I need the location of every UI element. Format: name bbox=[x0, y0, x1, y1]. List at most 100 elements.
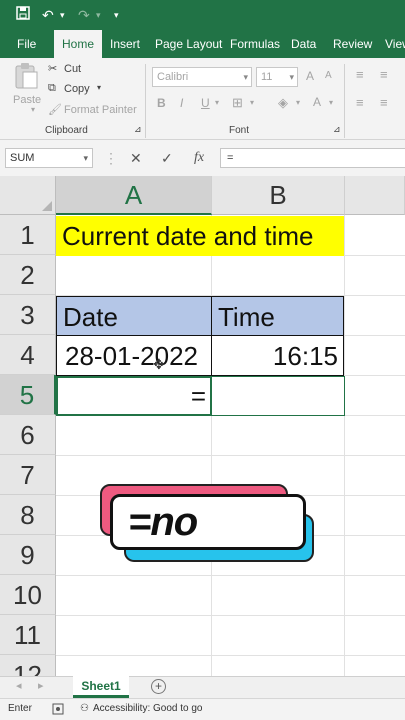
underline-button[interactable]: U bbox=[201, 96, 210, 110]
enter-icon[interactable]: ✓ bbox=[161, 148, 173, 168]
cut-button[interactable]: Cut bbox=[64, 63, 81, 75]
cell-b4[interactable]: 16:15 bbox=[211, 336, 344, 376]
grow-font-icon[interactable]: A bbox=[306, 69, 314, 83]
borders-dropdown-icon[interactable]: ▾ bbox=[250, 98, 254, 107]
gridline bbox=[56, 575, 405, 576]
customize-toolbar-icon[interactable]: ▾ bbox=[114, 5, 119, 25]
tab-file[interactable]: File bbox=[17, 30, 36, 58]
redo-icon[interactable]: ↷ bbox=[78, 5, 90, 25]
save-icon[interactable] bbox=[16, 5, 30, 25]
tab-home[interactable]: Home bbox=[54, 30, 103, 58]
chevron-down-icon: ▾ bbox=[289, 72, 294, 82]
shrink-font-icon[interactable]: A bbox=[325, 70, 332, 81]
status-bar: Enter ⚇ Accessibility: Good to go bbox=[0, 698, 405, 720]
row-header[interactable]: 1 bbox=[0, 215, 56, 255]
gridline bbox=[56, 615, 405, 616]
scroll-right-icon[interactable]: ▸ bbox=[38, 679, 44, 692]
copy-button[interactable]: Copy bbox=[64, 83, 90, 95]
column-header-c[interactable] bbox=[345, 176, 405, 215]
formula-bar: SUM ▾ ⋮ ✕ ✓ fx = bbox=[0, 140, 405, 176]
accessibility-icon[interactable]: ⚇ bbox=[80, 703, 89, 714]
cell-a4[interactable]: 28-01-2022 bbox=[56, 336, 212, 376]
align-center-icon[interactable]: ≡ bbox=[380, 95, 388, 110]
gridline bbox=[211, 215, 212, 676]
row-header[interactable]: 9 bbox=[0, 535, 56, 575]
format-painter-icon[interactable]: 🖌 bbox=[48, 103, 62, 116]
clipboard-launcher-icon[interactable]: ⊿ bbox=[134, 124, 142, 135]
cancel-icon[interactable]: ✕ bbox=[130, 148, 142, 168]
row-header[interactable]: 8 bbox=[0, 495, 56, 535]
gridline bbox=[56, 655, 405, 656]
fill-color-dropdown-icon[interactable]: ▾ bbox=[296, 98, 300, 107]
row-header[interactable]: 4 bbox=[0, 335, 56, 375]
tab-page-layout[interactable]: Page Layout bbox=[155, 30, 222, 58]
borders-icon[interactable]: ⊞ bbox=[232, 95, 243, 111]
copy-dropdown-icon[interactable]: ▾ bbox=[97, 83, 101, 92]
insert-function-button[interactable]: fx bbox=[194, 148, 204, 168]
name-box[interactable]: SUM ▾ bbox=[5, 148, 93, 168]
cut-icon[interactable]: ✂ bbox=[48, 62, 57, 75]
name-box-value: SUM bbox=[10, 152, 35, 164]
accessibility-status[interactable]: Accessibility: Good to go bbox=[93, 703, 203, 714]
more-options-icon[interactable]: ⋮ bbox=[104, 148, 118, 168]
fill-color-icon[interactable]: ◈ bbox=[278, 95, 288, 111]
align-left-icon[interactable]: ≡ bbox=[356, 95, 364, 110]
formula-input[interactable]: = bbox=[220, 148, 405, 168]
ribbon-divider bbox=[344, 64, 345, 138]
scroll-left-icon[interactable]: ◂ bbox=[16, 679, 22, 692]
tab-view[interactable]: View bbox=[385, 30, 405, 58]
font-launcher-icon[interactable]: ⊿ bbox=[333, 124, 341, 135]
gridline bbox=[344, 215, 345, 676]
ribbon-tabs: File Home Insert Page Layout Formulas Da… bbox=[0, 30, 405, 58]
cell-b5[interactable] bbox=[211, 376, 345, 416]
tab-formulas[interactable]: Formulas bbox=[230, 30, 280, 58]
badge-text: =no bbox=[128, 500, 198, 544]
paste-icon[interactable] bbox=[13, 62, 39, 93]
select-all-button[interactable] bbox=[0, 176, 56, 215]
cell-a5-active[interactable]: = bbox=[56, 376, 212, 416]
cell-b3[interactable]: Time bbox=[211, 296, 344, 336]
row-header[interactable]: 10 bbox=[0, 575, 56, 615]
font-color-button[interactable]: A bbox=[313, 95, 321, 109]
format-painter-button[interactable]: Format Painter bbox=[64, 104, 137, 116]
row-header[interactable]: 5 bbox=[0, 375, 56, 415]
cell-a3[interactable]: Date bbox=[56, 296, 212, 336]
tab-review[interactable]: Review bbox=[333, 30, 372, 58]
title-bar: ↶ ▾ ↷ ▾ ▾ bbox=[0, 0, 405, 30]
undo-dropdown-icon[interactable]: ▾ bbox=[60, 5, 65, 25]
font-name-combo[interactable]: Calibri ▾ bbox=[152, 67, 252, 87]
row-header[interactable]: 11 bbox=[0, 615, 56, 655]
italic-button[interactable]: I bbox=[180, 96, 183, 110]
column-header-b[interactable]: B bbox=[212, 176, 345, 215]
paste-button[interactable]: Paste bbox=[13, 94, 41, 106]
font-group-label: Font bbox=[229, 125, 250, 136]
paste-dropdown-icon[interactable]: ▾ bbox=[31, 105, 35, 114]
spreadsheet-grid: A B 1 2 3 4 5 6 7 8 9 10 11 12 Current d… bbox=[0, 176, 405, 676]
align-middle-icon[interactable]: ≡ bbox=[380, 67, 388, 82]
bold-button[interactable]: B bbox=[157, 96, 166, 110]
row-header[interactable]: 7 bbox=[0, 455, 56, 495]
redo-dropdown-icon[interactable]: ▾ bbox=[96, 5, 101, 25]
align-top-icon[interactable]: ≡ bbox=[356, 67, 364, 82]
font-size-combo[interactable]: 11 ▾ bbox=[256, 67, 298, 87]
cursor-icon: ✥ bbox=[153, 356, 165, 372]
status-mode: Enter bbox=[8, 703, 32, 714]
copy-icon[interactable]: ⧉ bbox=[48, 82, 56, 95]
cell-a1[interactable]: Current date and time bbox=[56, 216, 344, 256]
add-sheet-icon[interactable]: + bbox=[151, 679, 166, 694]
sheet-tab-sheet1[interactable]: Sheet1 bbox=[73, 676, 129, 698]
column-header-a[interactable]: A bbox=[56, 176, 212, 215]
row-header[interactable]: 12 bbox=[0, 655, 56, 676]
underline-dropdown-icon[interactable]: ▾ bbox=[215, 98, 219, 107]
font-color-dropdown-icon[interactable]: ▾ bbox=[329, 98, 333, 107]
row-header[interactable]: 6 bbox=[0, 415, 56, 455]
font-size-value: 11 bbox=[261, 71, 273, 83]
macro-record-icon[interactable] bbox=[52, 703, 64, 718]
undo-icon[interactable]: ↶ bbox=[42, 5, 54, 25]
row-header[interactable]: 2 bbox=[0, 255, 56, 295]
tab-data[interactable]: Data bbox=[291, 30, 316, 58]
ribbon-divider bbox=[145, 64, 146, 138]
tab-insert[interactable]: Insert bbox=[110, 30, 140, 58]
clipboard-group-label: Clipboard bbox=[45, 125, 88, 136]
row-header[interactable]: 3 bbox=[0, 295, 56, 335]
